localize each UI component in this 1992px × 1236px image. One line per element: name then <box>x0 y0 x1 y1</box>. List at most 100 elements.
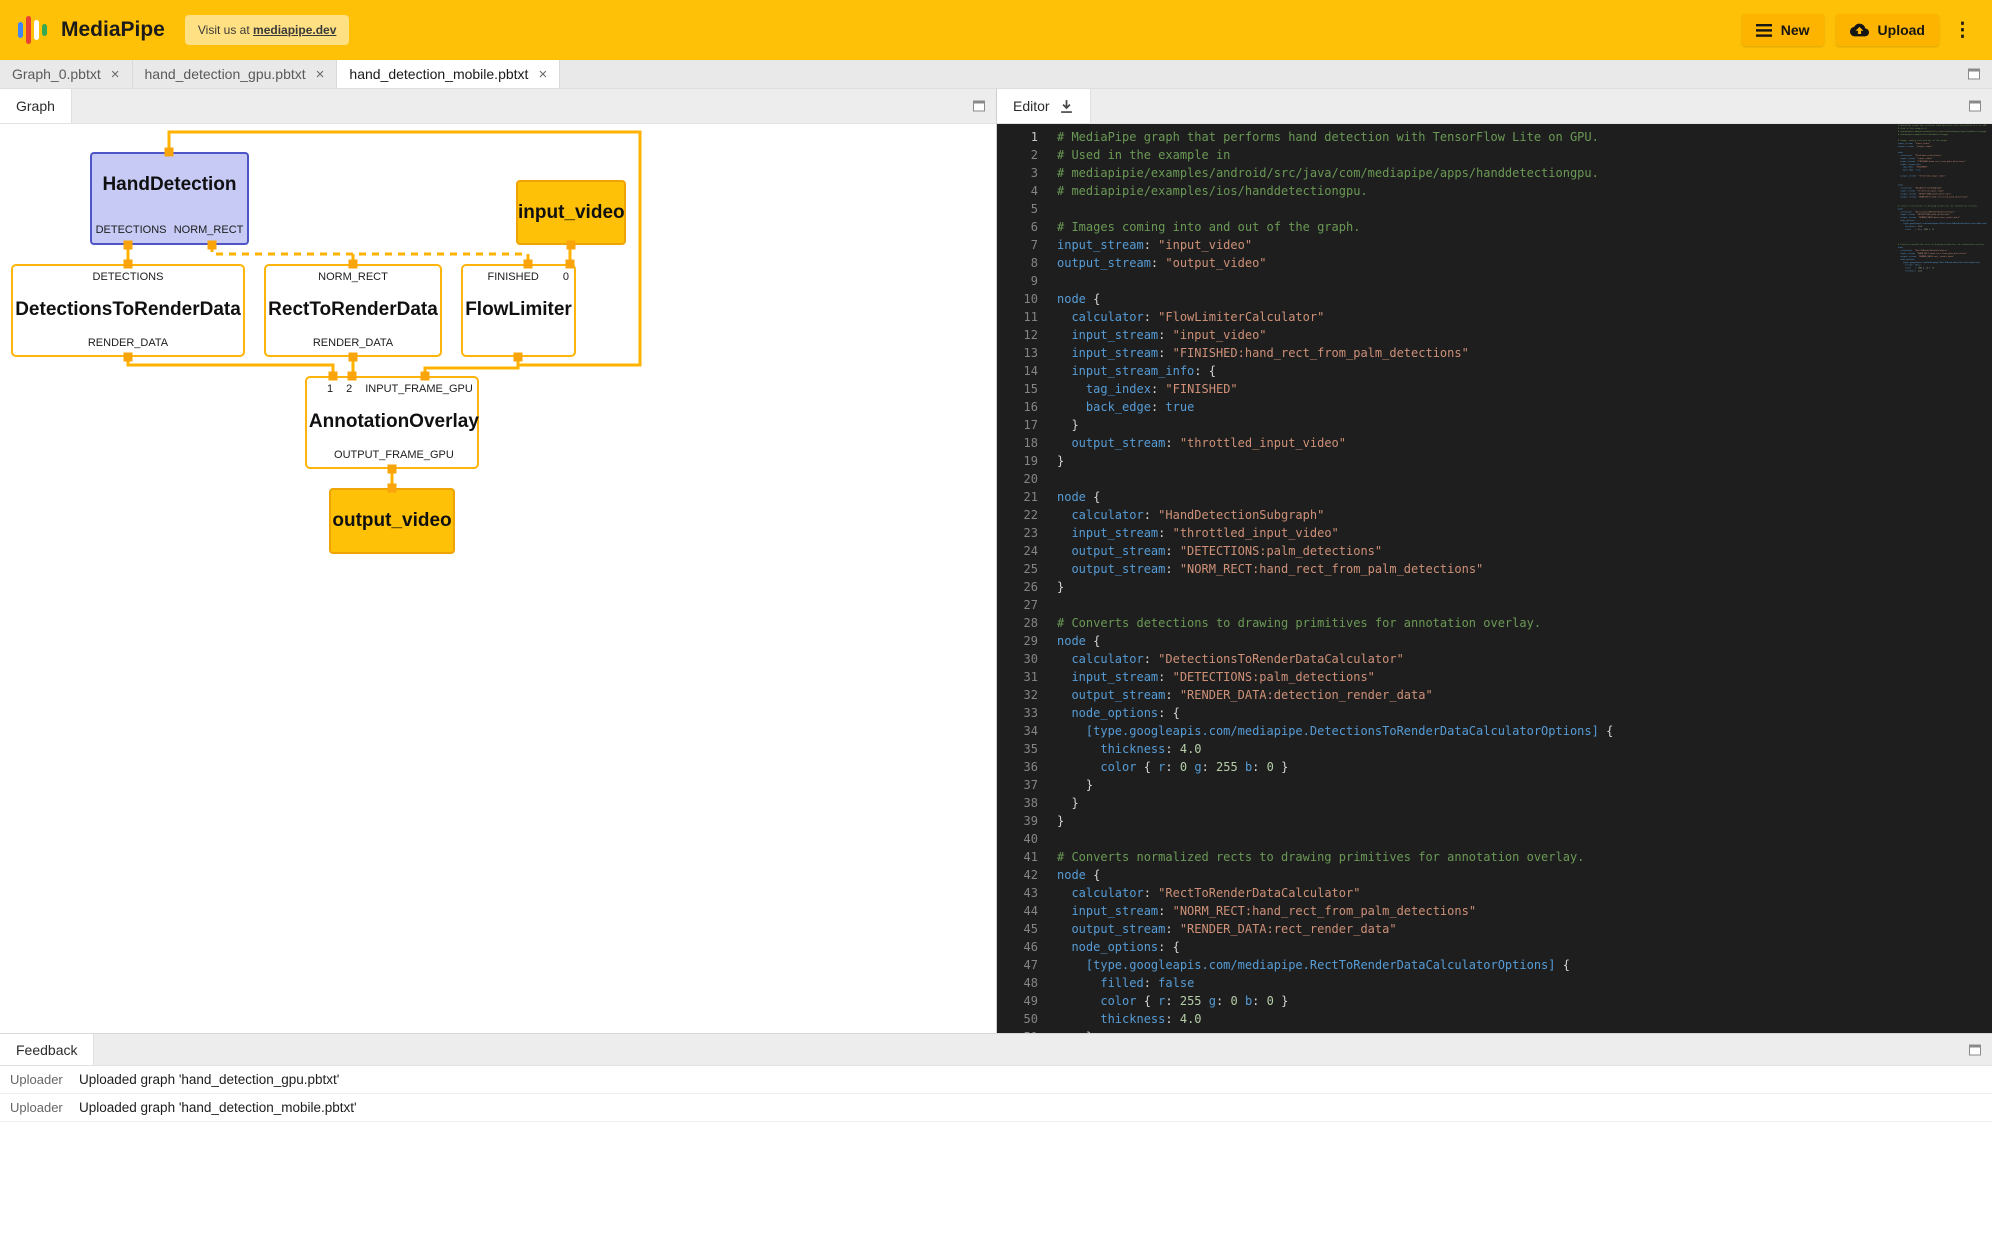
code-line[interactable]: } <box>1057 452 1892 470</box>
code-line[interactable]: } <box>1057 578 1892 596</box>
graph-node-output-video[interactable]: output_video <box>329 488 455 554</box>
editor-code[interactable]: # MediaPipe graph that performs hand det… <box>1057 128 1892 1033</box>
editor-tab-label: Editor <box>1013 98 1050 114</box>
file-tab-hand-detection-gpu[interactable]: hand_detection_gpu.pbtxt × <box>133 60 338 88</box>
code-line[interactable]: calculator: "DetectionsToRenderDataCalcu… <box>1057 650 1892 668</box>
code-line[interactable]: # mediapipie/examples/android/src/java/c… <box>1057 164 1892 182</box>
code-line[interactable]: node { <box>1057 290 1892 308</box>
code-line[interactable]: calculator: "FlowLimiterCalculator" <box>1057 308 1892 326</box>
code-line[interactable]: input_stream: "throttled_input_video" <box>1057 524 1892 542</box>
close-tab-icon[interactable]: × <box>111 66 120 83</box>
graph-panel-header: Graph <box>0 89 996 124</box>
editor-tab[interactable]: Editor <box>997 89 1091 123</box>
code-line[interactable]: filled: false <box>1057 974 1892 992</box>
code-line[interactable]: } <box>1057 776 1892 794</box>
editor-minimap[interactable]: # MediaPipe graph that performs hand det… <box>1898 124 1992 1033</box>
node-input-ports: 1 2 INPUT_FRAME_GPU <box>307 378 481 400</box>
new-button[interactable]: New <box>1742 14 1824 46</box>
node-output-ports <box>463 331 574 355</box>
code-line[interactable]: output_stream: "throttled_input_video" <box>1057 434 1892 452</box>
visit-badge[interactable]: Visit us at mediapipe.dev <box>185 15 350 45</box>
line-number: 50 <box>997 1010 1038 1028</box>
feedback-tab[interactable]: Feedback <box>0 1034 94 1065</box>
expand-icon[interactable] <box>1968 69 1980 80</box>
code-line[interactable] <box>1057 200 1892 218</box>
mediapipe-dev-link[interactable]: mediapipe.dev <box>253 23 336 37</box>
upload-button[interactable]: Upload <box>1836 14 1939 46</box>
file-tab-bar: Graph_0.pbtxt × hand_detection_gpu.pbtxt… <box>0 60 1992 89</box>
code-editor[interactable]: 1234567891011121314151617181920212223242… <box>997 124 1992 1033</box>
code-line[interactable]: thickness: 4.0 <box>1057 1010 1892 1028</box>
line-number: 29 <box>997 632 1038 650</box>
code-line[interactable]: node { <box>1057 488 1892 506</box>
expand-icon[interactable] <box>973 101 985 112</box>
code-line[interactable]: # MediaPipe graph that performs hand det… <box>1057 128 1892 146</box>
line-number: 26 <box>997 578 1038 596</box>
line-number: 10 <box>997 290 1038 308</box>
download-icon[interactable] <box>1059 99 1074 114</box>
code-line[interactable]: input_stream: "FINISHED:hand_rect_from_p… <box>1057 344 1892 362</box>
feedback-row: Uploader Uploaded graph 'hand_detection_… <box>0 1066 1992 1094</box>
node-output-ports: RENDER_DATA <box>266 331 440 355</box>
line-number: 32 <box>997 686 1038 704</box>
mediapipe-logo[interactable] <box>18 14 47 46</box>
code-line[interactable]: input_stream: "input_video" <box>1057 236 1892 254</box>
code-line[interactable]: # Images coming into and out of the grap… <box>1057 218 1892 236</box>
code-line[interactable]: thickness: 4.0 <box>1057 740 1892 758</box>
graph-node-rect-to-render-data[interactable]: NORM_RECT RectToRenderData RENDER_DATA <box>264 264 442 357</box>
code-line[interactable]: output_stream: "output_video" <box>1057 254 1892 272</box>
file-tab-hand-detection-mobile[interactable]: hand_detection_mobile.pbtxt × <box>337 60 560 88</box>
code-line[interactable]: # Converts detections to drawing primiti… <box>1057 614 1892 632</box>
graph-node-detections-to-render-data[interactable]: DETECTIONS DetectionsToRenderData RENDER… <box>11 264 245 357</box>
code-line[interactable]: node { <box>1057 866 1892 884</box>
code-line[interactable] <box>1057 470 1892 488</box>
code-line[interactable]: back_edge: true <box>1057 398 1892 416</box>
code-line[interactable]: # Used in the example in <box>1057 146 1892 164</box>
code-line[interactable]: output_stream: "DETECTIONS:palm_detectio… <box>1057 542 1892 560</box>
upload-button-label: Upload <box>1878 22 1925 38</box>
code-line[interactable]: node_options: { <box>1057 938 1892 956</box>
code-line[interactable]: color { r: 255 g: 0 b: 0 } <box>1057 992 1892 1010</box>
code-line[interactable]: calculator: "RectToRenderDataCalculator" <box>1057 884 1892 902</box>
kebab-menu-icon[interactable]: ⋮ <box>1951 21 1974 40</box>
code-line[interactable]: output_stream: "RENDER_DATA:detection_re… <box>1057 686 1892 704</box>
code-line[interactable]: calculator: "HandDetectionSubgraph" <box>1057 506 1892 524</box>
line-number: 46 <box>997 938 1038 956</box>
code-line[interactable]: } <box>1057 812 1892 830</box>
code-line[interactable]: [type.googleapis.com/mediapipe.Detection… <box>1057 722 1892 740</box>
code-line[interactable]: # mediapipie/examples/ios/handdetectiong… <box>1057 182 1892 200</box>
code-line[interactable]: node_options: { <box>1057 704 1892 722</box>
code-line[interactable] <box>1057 830 1892 848</box>
code-line[interactable]: color { r: 0 g: 255 b: 0 } <box>1057 758 1892 776</box>
graph-node-input-video[interactable]: input_video <box>516 180 626 245</box>
node-title: FlowLimiter <box>463 288 574 331</box>
graph-canvas[interactable]: HandDetection DETECTIONS NORM_RECT input… <box>0 124 996 1033</box>
code-line[interactable]: [type.googleapis.com/mediapipe.RectToRen… <box>1057 956 1892 974</box>
graph-node-hand-detection[interactable]: HandDetection DETECTIONS NORM_RECT <box>90 152 249 245</box>
code-line[interactable]: input_stream: "DETECTIONS:palm_detection… <box>1057 668 1892 686</box>
code-line[interactable]: tag_index: "FINISHED" <box>1057 380 1892 398</box>
expand-icon[interactable] <box>1969 101 1981 112</box>
line-number: 31 <box>997 668 1038 686</box>
code-line[interactable]: # Converts normalized rects to drawing p… <box>1898 243 1992 246</box>
code-line[interactable]: input_stream: "NORM_RECT:hand_rect_from_… <box>1057 902 1892 920</box>
code-line[interactable]: } <box>1057 416 1892 434</box>
close-tab-icon[interactable]: × <box>538 66 547 83</box>
close-tab-icon[interactable]: × <box>316 66 325 83</box>
graph-tab[interactable]: Graph <box>0 89 72 123</box>
code-line[interactable]: } <box>1057 794 1892 812</box>
code-line[interactable]: } <box>1898 273 1992 276</box>
code-line[interactable]: # Converts normalized rects to drawing p… <box>1057 848 1892 866</box>
code-line[interactable]: input_stream: "input_video" <box>1057 326 1892 344</box>
code-line[interactable]: node { <box>1057 632 1892 650</box>
code-line[interactable] <box>1057 272 1892 290</box>
code-line[interactable]: input_stream_info: { <box>1057 362 1892 380</box>
code-line[interactable] <box>1057 596 1892 614</box>
main-split: Graph <box>0 89 1992 1033</box>
code-line[interactable]: output_stream: "NORM_RECT:hand_rect_from… <box>1057 560 1892 578</box>
graph-node-flow-limiter[interactable]: FINISHED 0 FlowLimiter <box>461 264 576 357</box>
file-tab-graph-0[interactable]: Graph_0.pbtxt × <box>0 60 133 88</box>
code-line[interactable]: output_stream: "RENDER_DATA:rect_render_… <box>1057 920 1892 938</box>
graph-node-annotation-overlay[interactable]: 1 2 INPUT_FRAME_GPU AnnotationOverlay OU… <box>305 376 479 469</box>
expand-icon[interactable] <box>1969 1044 1981 1055</box>
